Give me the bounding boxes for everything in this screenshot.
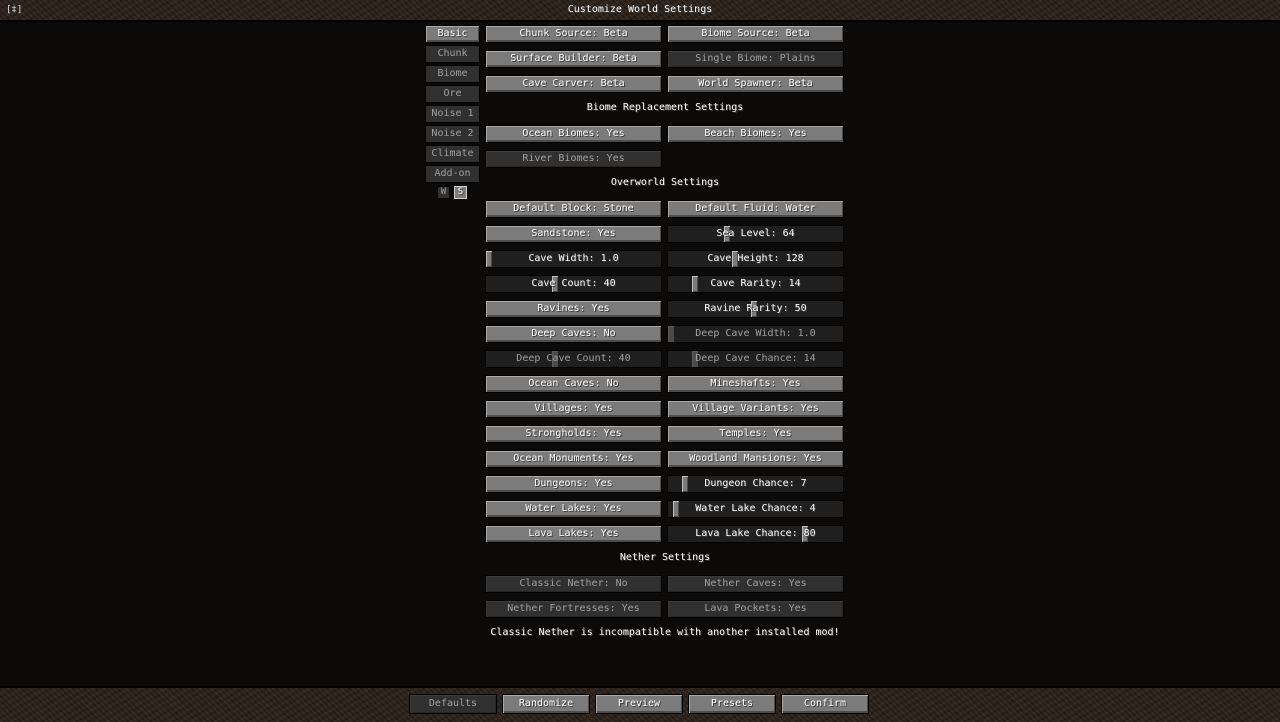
- default-fluid-button[interactable]: Default Fluid: Water: [667, 200, 844, 218]
- confirm-button[interactable]: Confirm: [781, 694, 869, 714]
- deep-cave-width-label: Deep Cave Width: 1.0: [695, 328, 816, 339]
- water-lakes-button[interactable]: Water Lakes: Yes: [485, 500, 662, 518]
- cave-width-label: Cave Width: 1.0: [528, 253, 619, 264]
- footer-bar: Defaults Randomize Preview Presets Confi…: [0, 686, 1280, 722]
- lava-pockets-button[interactable]: Lava Pockets: Yes: [667, 600, 844, 618]
- ravine-rarity-label: Ravine Rarity: 50: [704, 303, 807, 314]
- lava-lake-chance-slider[interactable]: Lava Lake Chance: 80: [667, 525, 844, 543]
- lava-lake-chance-label: Lava Lake Chance: 80: [695, 528, 816, 539]
- world-spawner-button[interactable]: World Spawner: Beta: [667, 75, 844, 93]
- strongholds-button[interactable]: Strongholds: Yes: [485, 425, 662, 443]
- tab-add-on[interactable]: Add-on: [425, 165, 480, 183]
- preview-button[interactable]: Preview: [595, 694, 683, 714]
- slider-handle[interactable]: [668, 326, 674, 342]
- cave-carver-button[interactable]: Cave Carver: Beta: [485, 75, 662, 93]
- nether-heading: Nether Settings: [619, 552, 711, 563]
- ocean-biomes-button[interactable]: Ocean Biomes: Yes: [485, 125, 662, 143]
- deep-cave-chance-slider[interactable]: Deep Cave Chance: 14: [667, 350, 844, 368]
- surface-builder-button[interactable]: Surface Builder: Beta: [485, 50, 662, 68]
- single-biome-button[interactable]: Single Biome: Plains: [667, 50, 844, 68]
- tab-noise-1[interactable]: Noise 1: [425, 105, 480, 123]
- deep-cave-chance-label: Deep Cave Chance: 14: [695, 353, 816, 364]
- village-variants-button[interactable]: Village Variants: Yes: [667, 400, 844, 418]
- ocean-caves-button[interactable]: Ocean Caves: No: [485, 375, 662, 393]
- overworld-heading: Overworld Settings: [610, 177, 720, 188]
- slider-handle[interactable]: [673, 501, 679, 517]
- deep-cave-count-slider[interactable]: Deep Cave Count: 40: [485, 350, 662, 368]
- mineshafts-button[interactable]: Mineshafts: Yes: [667, 375, 844, 393]
- water-lake-chance-label: Water Lake Chance: 4: [695, 503, 816, 514]
- randomize-button[interactable]: Randomize: [502, 694, 590, 714]
- lava-lakes-button[interactable]: Lava Lakes: Yes: [485, 525, 662, 543]
- cave-rarity-label: Cave Rarity: 14: [710, 278, 801, 289]
- tab-ore[interactable]: Ore: [425, 85, 480, 103]
- classic-nether-button[interactable]: Classic Nether: No: [485, 575, 662, 593]
- sea-level-label: Sea Level: 64: [716, 228, 795, 239]
- scroll-up-button[interactable]: W: [437, 186, 450, 199]
- tab-climate[interactable]: Climate: [425, 145, 480, 163]
- default-block-button[interactable]: Default Block: Stone: [485, 200, 662, 218]
- sea-level-slider[interactable]: Sea Level: 64: [667, 225, 844, 243]
- tab-biome[interactable]: Biome: [425, 65, 480, 83]
- sandstone-button[interactable]: Sandstone: Yes: [485, 225, 662, 243]
- slider-handle[interactable]: [486, 251, 492, 267]
- incompatibility-warning: Classic Nether is incompatible with anot…: [490, 627, 840, 638]
- nether-fortresses-button[interactable]: Nether Fortresses: Yes: [485, 600, 662, 618]
- dungeons-button[interactable]: Dungeons: Yes: [485, 475, 662, 493]
- deep-caves-button[interactable]: Deep Caves: No: [485, 325, 662, 343]
- title-bar: [‡] Customize World Settings: [0, 0, 1280, 22]
- cave-height-slider[interactable]: Cave Height: 128: [667, 250, 844, 268]
- cave-count-slider[interactable]: Cave Count: 40: [485, 275, 662, 293]
- cave-count-label: Cave Count: 40: [531, 278, 616, 289]
- cave-rarity-slider[interactable]: Cave Rarity: 14: [667, 275, 844, 293]
- ravine-rarity-slider[interactable]: Ravine Rarity: 50: [667, 300, 844, 318]
- villages-button[interactable]: Villages: Yes: [485, 400, 662, 418]
- beach-biomes-button[interactable]: Beach Biomes: Yes: [667, 125, 844, 143]
- biome-replacement-heading: Biome Replacement Settings: [586, 102, 744, 113]
- tab-noise-2[interactable]: Noise 2: [425, 125, 480, 143]
- page-title: Customize World Settings: [567, 4, 713, 15]
- cave-width-slider[interactable]: Cave Width: 1.0: [485, 250, 662, 268]
- scroll-down-button[interactable]: S: [454, 186, 467, 199]
- defaults-button[interactable]: Defaults: [409, 694, 497, 714]
- deep-cave-count-label: Deep Cave Count: 40: [516, 353, 631, 364]
- cave-height-label: Cave Height: 128: [707, 253, 804, 264]
- dungeon-chance-slider[interactable]: Dungeon Chance: 7: [667, 475, 844, 493]
- water-lake-chance-slider[interactable]: Water Lake Chance: 4: [667, 500, 844, 518]
- dungeon-chance-label: Dungeon Chance: 7: [704, 478, 807, 489]
- tab-chunk[interactable]: Chunk: [425, 45, 480, 63]
- ocean-monuments-button[interactable]: Ocean Monuments: Yes: [485, 450, 662, 468]
- chunk-source-button[interactable]: Chunk Source: Beta: [485, 25, 662, 43]
- biome-source-button[interactable]: Biome Source: Beta: [667, 25, 844, 43]
- deep-cave-width-slider[interactable]: Deep Cave Width: 1.0: [667, 325, 844, 343]
- slider-handle[interactable]: [692, 276, 698, 292]
- nether-caves-button[interactable]: Nether Caves: Yes: [667, 575, 844, 593]
- presets-button[interactable]: Presets: [688, 694, 776, 714]
- river-biomes-button[interactable]: River Biomes: Yes: [485, 150, 662, 168]
- tab-basic[interactable]: Basic: [425, 25, 480, 43]
- slider-handle[interactable]: [682, 476, 688, 492]
- ravines-button[interactable]: Ravines: Yes: [485, 300, 662, 318]
- woodland-mansions-button[interactable]: Woodland Mansions: Yes: [667, 450, 844, 468]
- temples-button[interactable]: Temples: Yes: [667, 425, 844, 443]
